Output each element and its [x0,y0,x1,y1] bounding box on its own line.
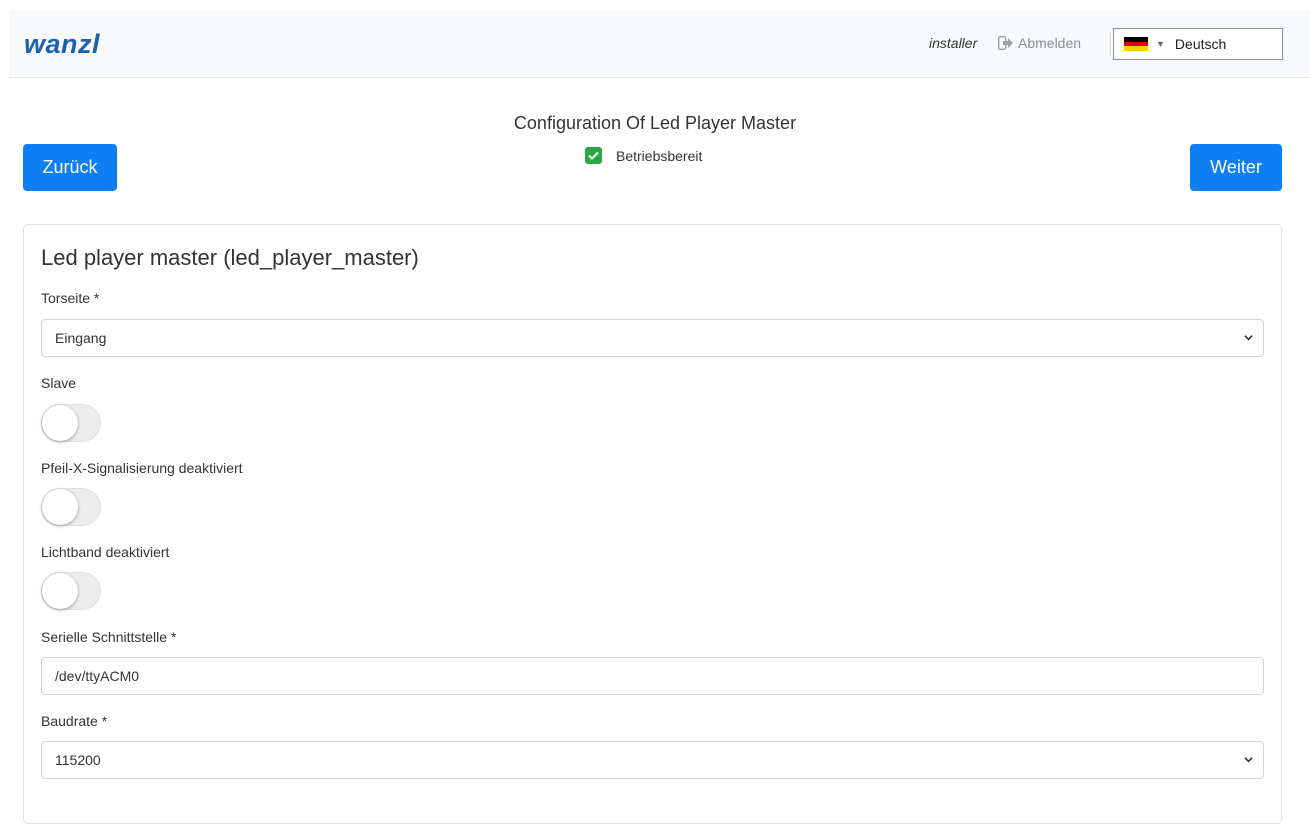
next-button[interactable]: Weiter [1190,144,1282,191]
serial-value: /dev/ttyACM0 [55,668,140,684]
baudrate-label: Baudrate * [41,713,108,729]
config-card: Led player master (led_player_master) To… [23,224,1282,824]
status-label: Betriebsbereit [616,147,703,164]
chevron-down-icon [1244,335,1253,341]
logout-link[interactable]: Abmelden [998,35,1081,51]
logout-icon [998,36,1013,50]
check-icon [585,147,602,164]
top-navbar: wanzl installer Abmelden ▼ Deutsch [9,10,1310,78]
toggle-knob [42,573,78,609]
caret-down-icon: ▼ [1156,39,1165,49]
toggle-knob [42,489,78,525]
lichtband-label: Lichtband deaktiviert [41,544,170,560]
serial-input[interactable]: /dev/ttyACM0 [41,657,1264,695]
slave-toggle[interactable] [41,404,101,442]
torseite-select[interactable]: Eingang [41,319,1264,357]
card-title: Led player master (led_player_master) [41,245,419,270]
torseite-value: Eingang [55,330,107,346]
pfeil-toggle[interactable] [41,488,101,526]
pfeil-label: Pfeil-X-Signalisierung deaktiviert [41,460,243,476]
german-flag-icon [1124,37,1148,52]
nav-divider [1110,32,1111,56]
baudrate-value: 115200 [55,752,101,768]
page-title: Configuration Of Led Player Master [513,113,797,133]
slave-label: Slave [41,375,77,391]
toggle-knob [42,405,78,441]
chevron-down-icon [1244,757,1253,763]
logout-label: Abmelden [1018,35,1082,51]
baudrate-select[interactable]: 115200 [41,741,1264,779]
language-label: Deutsch [1174,36,1227,52]
language-selector[interactable]: ▼ Deutsch [1113,28,1283,60]
lichtband-toggle[interactable] [41,572,101,610]
status-indicator: Betriebsbereit [585,147,702,164]
serial-label: Serielle Schnittstelle * [41,629,177,645]
wanzl-logo[interactable]: wanzl [24,29,100,60]
back-button[interactable]: Zurück [23,144,117,191]
torseite-label: Torseite * [41,290,100,306]
username: installer [929,35,978,51]
